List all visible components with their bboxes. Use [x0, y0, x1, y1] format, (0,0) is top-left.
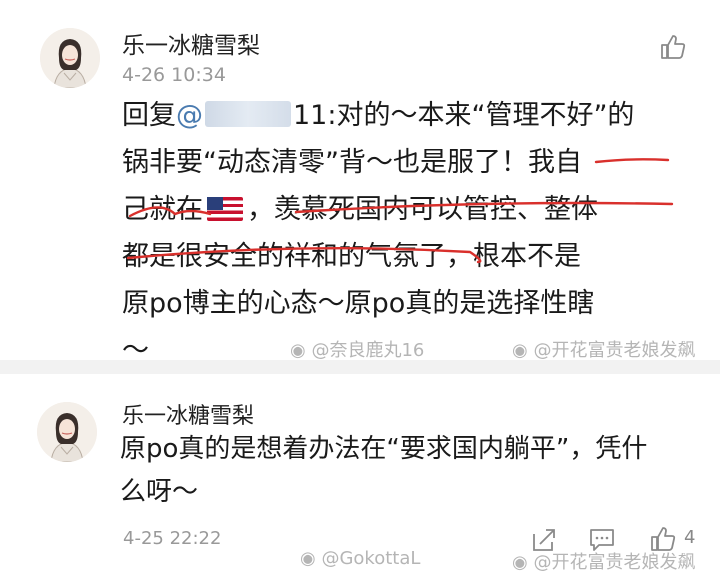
watermark: ◉ @奈良鹿丸16	[290, 340, 425, 361]
like-count: 4	[684, 527, 696, 548]
comment-line: 么呀～	[120, 477, 199, 507]
watermark: ◉ @开花富贵老娘发飙	[512, 340, 696, 361]
avatar[interactable]	[37, 402, 97, 462]
timestamp: 4-25 22:22	[123, 528, 222, 549]
divider	[0, 360, 720, 374]
weibo-logo-icon: ◉	[512, 552, 528, 573]
watermark: ◉ @开花富贵老娘发飙	[512, 552, 696, 573]
weibo-logo-icon: ◉	[512, 340, 528, 361]
comment-card-1: 乐一冰糖雪梨 4-26 10:34 回复@ 11:对的～本来“管理不好”的 锅非要…	[0, 0, 720, 366]
weibo-logo-icon: ◉	[300, 548, 316, 569]
watermark: ◉ @GokottaL	[300, 548, 421, 569]
weibo-logo-icon: ◉	[290, 340, 306, 361]
red-underline-annotation	[126, 158, 674, 264]
comment-line: 原po真的是想着办法在“要求国内躺平”，凭什	[120, 434, 648, 464]
username[interactable]: 乐一冰糖雪梨	[122, 398, 254, 430]
